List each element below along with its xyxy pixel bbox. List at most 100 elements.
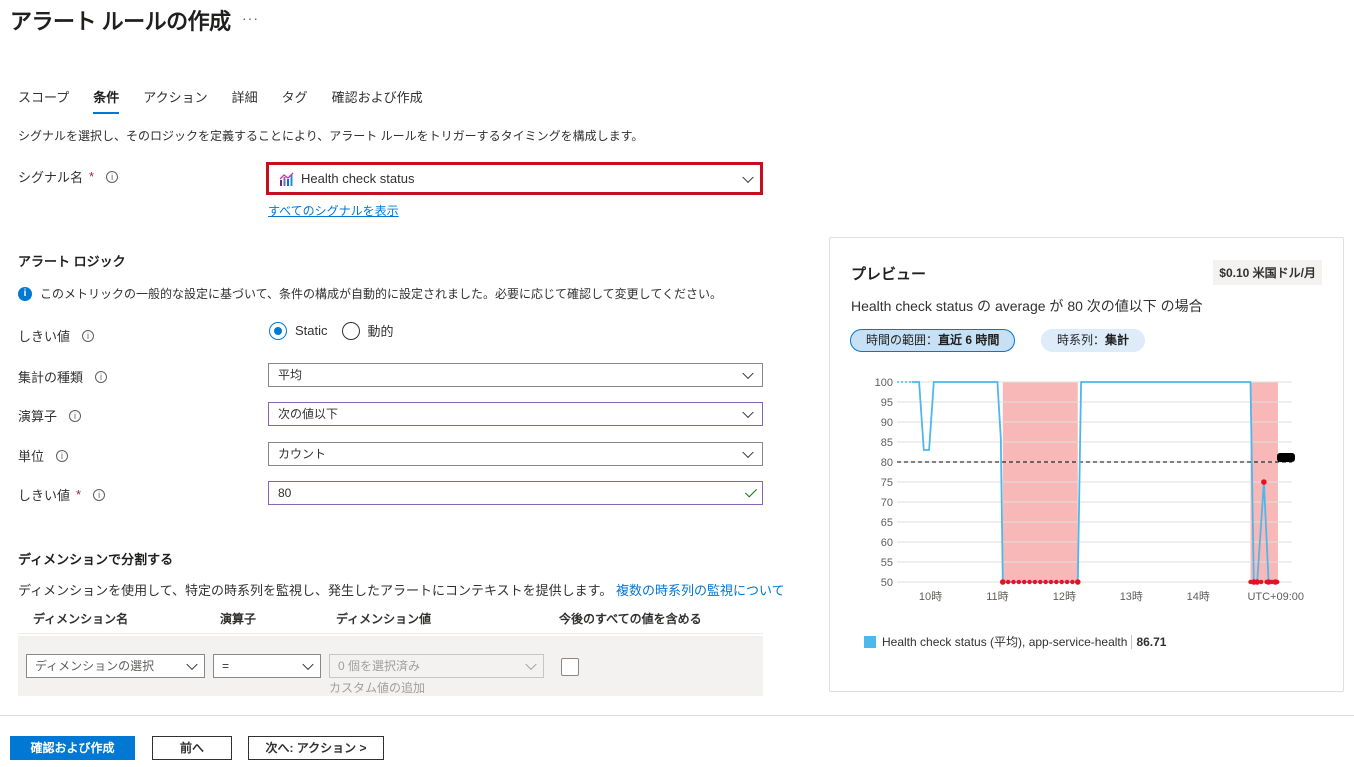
info-icon[interactable]: i <box>106 170 119 183</box>
breach-point <box>1275 579 1280 585</box>
chevron-down-icon <box>742 446 754 459</box>
radio-dynamic-label: 動的 <box>367 324 394 339</box>
breach-point <box>1261 479 1267 485</box>
info-icon[interactable]: i <box>95 370 108 383</box>
preview-title: プレビュー <box>851 266 927 283</box>
monitor-multiple-timeseries-link[interactable]: 複数の時系列の監視について <box>616 583 785 598</box>
metric-chart-icon <box>279 172 294 186</box>
chevron-down-icon <box>186 658 198 671</box>
breach-point <box>1000 579 1005 585</box>
radio-dynamic[interactable] <box>341 321 360 340</box>
breach-point <box>1253 579 1259 585</box>
chevron-down-icon <box>302 658 314 671</box>
alert-logic-title: アラート ロジック <box>18 254 126 269</box>
threshold-value-input[interactable]: 80 <box>268 481 763 505</box>
breach-point <box>1054 579 1059 585</box>
radio-static-label: Static <box>295 323 328 338</box>
breach-point <box>1032 579 1038 585</box>
breach-point <box>1011 579 1016 585</box>
preview-panel: プレビュー $0.10 米国ドル/月 Health check status の… <box>829 237 1344 692</box>
required-mark: * <box>76 487 82 502</box>
y-tick-label: 65 <box>881 517 893 529</box>
aggregation-label: 集計の種類 i <box>18 367 108 386</box>
review-create-button[interactable]: 確認および作成 <box>10 736 135 760</box>
operator-select[interactable]: 次の値以下 <box>268 402 763 426</box>
breach-point <box>1038 579 1043 585</box>
legend-separator <box>1131 634 1133 649</box>
dimension-value-select: 0 個を選択済み <box>329 654 544 678</box>
header-include-future: 今後のすべての値を含める <box>559 612 702 626</box>
dimension-name-select[interactable]: ディメンションの選択 <box>26 654 205 678</box>
add-custom-value-text: カスタム値の追加 <box>329 681 426 695</box>
x-tick-label: 12時 <box>1053 590 1076 603</box>
show-all-signals-link[interactable]: すべてのシグナルを表示 <box>268 202 399 219</box>
x-tick-label: 13時 <box>1120 590 1143 603</box>
tab-review-create[interactable]: 確認および作成 <box>332 87 423 114</box>
tab-scope[interactable]: スコープ <box>18 87 69 114</box>
header-dimension-name: ディメンション名 <box>33 612 129 626</box>
time-range-pill[interactable]: 時間の範囲：直近 6 時間 <box>850 329 1016 352</box>
info-filled-icon: i <box>18 286 32 301</box>
tab-actions[interactable]: アクション <box>143 87 207 114</box>
chevron-down-icon <box>742 367 754 380</box>
chevron-down-icon <box>525 658 537 671</box>
y-tick-label: 85 <box>881 437 893 449</box>
dimensions-description: ディメンションを使用して、特定の時系列を監視し、発生したアラートにコンテキストを… <box>18 583 785 598</box>
aggregation-select[interactable]: 平均 <box>268 363 763 387</box>
breach-point <box>1264 579 1269 585</box>
check-icon <box>744 485 758 498</box>
breach-point <box>1016 579 1022 585</box>
y-tick-label: 50 <box>881 577 893 589</box>
chevron-down-icon <box>742 171 754 183</box>
y-tick-label: 55 <box>881 557 893 569</box>
timeseries-pill[interactable]: 時系列：集計 <box>1041 329 1146 352</box>
breach-point <box>1259 579 1264 585</box>
y-tick-label: 90 <box>881 417 893 429</box>
info-icon[interactable]: i <box>69 409 82 422</box>
cost-badge: $0.10 米国ドル/月 <box>1213 260 1322 285</box>
include-future-checkbox[interactable] <box>561 658 579 676</box>
info-banner-text: このメトリックの一般的な設定に基づいて、条件の構成が自動的に設定されました。必要… <box>40 287 722 301</box>
signal-name-select[interactable]: Health check status <box>266 162 763 195</box>
legend-swatch <box>864 635 876 648</box>
info-icon[interactable]: i <box>93 488 106 501</box>
chart-legend: Health check status (平均), app-service-he… <box>864 633 1166 650</box>
operator-label: 演算子 i <box>18 406 82 425</box>
previous-button[interactable]: 前へ <box>152 736 232 760</box>
footer-divider <box>0 715 1354 716</box>
tab-condition[interactable]: 条件 <box>93 87 120 114</box>
tab-details[interactable]: 詳細 <box>232 87 258 114</box>
more-options-icon[interactable]: ··· <box>242 10 259 26</box>
info-banner: i このメトリックの一般的な設定に基づいて、条件の構成が自動的に設定されました。… <box>18 285 722 302</box>
breach-point <box>1070 579 1075 585</box>
y-tick-label: 95 <box>881 397 893 409</box>
breach-point <box>1048 579 1054 585</box>
info-icon[interactable]: i <box>82 329 95 342</box>
breach-point <box>1248 579 1253 585</box>
breach-point <box>1269 579 1275 585</box>
info-icon[interactable]: i <box>56 449 69 462</box>
breach-point <box>1005 579 1011 585</box>
radio-static[interactable] <box>269 321 287 340</box>
unit-select[interactable]: カウント <box>268 442 763 466</box>
dimension-operator-select[interactable]: = <box>213 654 321 678</box>
threshold-type-label: しきい値 i <box>18 326 95 345</box>
header-dimension-value: ディメンション値 <box>336 612 432 626</box>
threshold-marker-icon <box>1277 453 1295 462</box>
required-mark: * <box>89 169 95 184</box>
page-description: シグナルを選択し、そのロジックを定義することにより、アラート ルールをトリガーす… <box>18 129 644 143</box>
y-tick-label: 60 <box>881 537 893 549</box>
x-tick-label: 14時 <box>1187 590 1210 603</box>
dimensions-table: ディメンション名 演算子 ディメンション値 今後のすべての値を含める ディメンシ… <box>18 604 763 696</box>
breach-point <box>1022 579 1027 585</box>
x-tick-label: 10時 <box>919 590 942 603</box>
next-actions-button[interactable]: 次へ: アクション > <box>248 736 384 760</box>
table-row: ディメンションの選択 = 0 個を選択済み カスタム値の追加 <box>18 636 763 696</box>
legend-series-name: Health check status (平均), app-service-he… <box>882 635 1128 649</box>
tab-bar: スコープ 条件 アクション 詳細 タグ 確認および作成 <box>18 87 447 114</box>
unit-label: 単位 i <box>18 446 69 465</box>
y-tick-label: 80 <box>881 457 893 469</box>
breach-point <box>1059 579 1064 585</box>
preview-condition-text: Health check status の average が 80 次の値以下… <box>851 298 1203 314</box>
tab-tags[interactable]: タグ <box>282 87 308 114</box>
